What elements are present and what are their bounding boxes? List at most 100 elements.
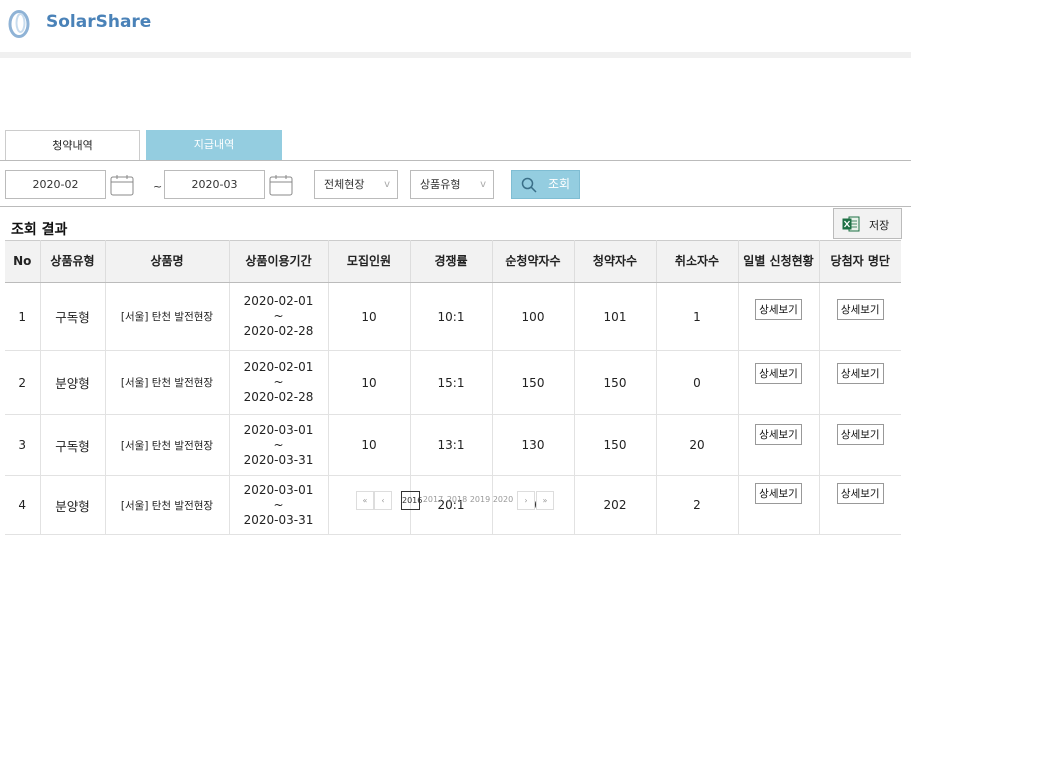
cell-cancels: 0 xyxy=(656,350,739,415)
pagination-page[interactable]: 2018 xyxy=(446,491,468,510)
tab-subscriptions[interactable]: 청약내역 xyxy=(5,130,140,160)
cell-recruit: 10 xyxy=(328,282,411,351)
product-type-select[interactable]: 상품유형 v xyxy=(410,170,494,199)
period-end: 2020-03-31 xyxy=(243,512,314,527)
cell-ratio: 13:1 xyxy=(410,414,493,476)
tab-divider xyxy=(0,160,911,161)
date-range-separator: ~ xyxy=(153,180,163,193)
table-row: 3 구독형 [서울] 탄천 발전현장 2020-03-01 ~2020-03-31… xyxy=(5,414,901,476)
column-header-daily-status: 일별 신청현황 xyxy=(738,240,820,283)
calendar-icon[interactable] xyxy=(110,174,134,196)
period-start: 2020-03-01 xyxy=(243,422,314,437)
winners-detail-button[interactable]: 상세보기 xyxy=(836,483,884,504)
cell-no: 3 xyxy=(5,414,41,476)
cell-product-type: 구독형 xyxy=(40,282,106,351)
cell-period: 2020-03-01 ~2020-03-31 xyxy=(229,414,329,476)
cell-product-type: 분양형 xyxy=(40,350,106,415)
column-header-ratio: 경쟁률 xyxy=(410,240,493,283)
cell-period: 2020-03-01 ~2020-03-31 xyxy=(229,475,329,535)
cell-applicants: 202 xyxy=(574,475,657,535)
column-header-net-applicants: 순청약자수 xyxy=(492,240,575,283)
search-button[interactable]: 조회 xyxy=(511,170,580,199)
results-title: 조회 결과 xyxy=(11,222,68,238)
daily-detail-button[interactable]: 상세보기 xyxy=(755,424,802,445)
column-header-no: No xyxy=(5,240,41,283)
date-from-input[interactable]: 2020-02 xyxy=(5,170,106,199)
cell-net-applicants: 150 xyxy=(492,350,575,415)
period-end: 2020-02-28 xyxy=(243,324,314,338)
cell-no: 1 xyxy=(5,282,41,351)
site-select[interactable]: 전체현장 v xyxy=(314,170,398,199)
cell-daily-status: 상세보기 xyxy=(738,350,820,415)
column-header-product-type: 상품유형 xyxy=(40,240,106,283)
cell-product-name: [서울] 탄천 발전현장 xyxy=(105,282,230,351)
cell-daily-status: 상세보기 xyxy=(738,282,820,351)
cell-winners: 상세보기 xyxy=(819,414,901,476)
site-select-value: 전체현장 xyxy=(324,178,365,191)
date-to-input[interactable]: 2020-03 xyxy=(164,170,265,199)
cell-daily-status: 상세보기 xyxy=(738,414,820,476)
cell-winners: 상세보기 xyxy=(819,350,901,415)
winners-detail-button[interactable]: 상세보기 xyxy=(836,299,884,320)
save-button-label: 저장 xyxy=(869,219,890,232)
period-start: 2020-02-01 xyxy=(243,294,314,308)
cell-product-name: [서울] 탄천 발전현장 xyxy=(105,350,230,415)
column-header-applicants: 청약자수 xyxy=(574,240,657,283)
cell-recruit: 10 xyxy=(328,414,411,476)
daily-detail-button[interactable]: 상세보기 xyxy=(755,483,802,504)
pagination-page-current[interactable]: 2016 xyxy=(401,491,422,510)
period-end: 2020-02-28 xyxy=(243,390,314,404)
period-sep: ~ xyxy=(273,309,284,323)
period-sep: ~ xyxy=(273,497,284,512)
daily-detail-button[interactable]: 상세보기 xyxy=(755,299,802,320)
cell-applicants: 150 xyxy=(574,414,657,476)
cell-product-type: 분양형 xyxy=(40,475,106,535)
cell-cancels: 2 xyxy=(656,475,739,535)
calendar-icon[interactable] xyxy=(269,174,293,196)
pagination-page[interactable]: 2020 xyxy=(492,491,514,510)
cell-winners: 상세보기 xyxy=(819,282,901,351)
cell-ratio: 15:1 xyxy=(410,350,493,415)
table-row: 1 구독형 [서울] 탄천 발전현장 2020-02-01 ~2020-02-28… xyxy=(5,282,901,351)
chevron-down-icon: v xyxy=(480,179,486,190)
cell-daily-status: 상세보기 xyxy=(738,475,820,535)
column-header-recruit: 모집인원 xyxy=(328,240,411,283)
period-end: 2020-03-31 xyxy=(243,452,314,467)
search-icon xyxy=(521,177,537,193)
column-header-period: 상품이용기간 xyxy=(229,240,329,283)
daily-detail-button[interactable]: 상세보기 xyxy=(755,363,802,384)
pagination-prev-button[interactable]: ‹ xyxy=(374,491,392,510)
winners-detail-button[interactable]: 상세보기 xyxy=(836,424,884,445)
cell-cancels: 20 xyxy=(656,414,739,476)
app-header: SolarShare xyxy=(0,0,911,52)
cell-cancels: 1 xyxy=(656,282,739,351)
cell-no: 2 xyxy=(5,350,41,415)
pagination-page[interactable]: 2019 xyxy=(469,491,491,510)
excel-icon xyxy=(842,216,860,232)
excel-save-button[interactable]: 저장 xyxy=(833,208,902,239)
header-divider xyxy=(0,52,911,58)
cell-recruit: 10 xyxy=(328,350,411,415)
pagination-next-button[interactable]: › xyxy=(517,491,535,510)
cell-period: 2020-02-01 ~2020-02-28 xyxy=(229,282,329,351)
table-row: 2 분양형 [서울] 탄천 발전현장 2020-02-01 ~2020-02-28… xyxy=(5,350,901,415)
product-type-select-value: 상품유형 xyxy=(420,178,461,191)
cell-winners: 상세보기 xyxy=(819,475,901,535)
column-header-winners: 당첨자 명단 xyxy=(819,240,901,283)
cell-period: 2020-02-01 ~2020-02-28 xyxy=(229,350,329,415)
cell-applicants: 150 xyxy=(574,350,657,415)
pagination-first-button[interactable]: « xyxy=(356,491,374,510)
column-header-product-name: 상품명 xyxy=(105,240,230,283)
period-sep: ~ xyxy=(273,437,284,452)
column-header-cancels: 취소자수 xyxy=(656,240,739,283)
period-start: 2020-03-01 xyxy=(243,482,314,497)
cell-net-applicants: 100 xyxy=(492,282,575,351)
cell-net-applicants: 130 xyxy=(492,414,575,476)
search-button-label: 조회 xyxy=(548,177,571,191)
winners-detail-button[interactable]: 상세보기 xyxy=(836,363,884,384)
pagination-page[interactable]: 2017 xyxy=(422,491,444,510)
app-name[interactable]: SolarShare xyxy=(46,12,151,32)
pagination-last-button[interactable]: » xyxy=(536,491,554,510)
tab-payments[interactable]: 지급내역 xyxy=(146,130,282,160)
cell-product-name: [서울] 탄천 발전현장 xyxy=(105,414,230,476)
